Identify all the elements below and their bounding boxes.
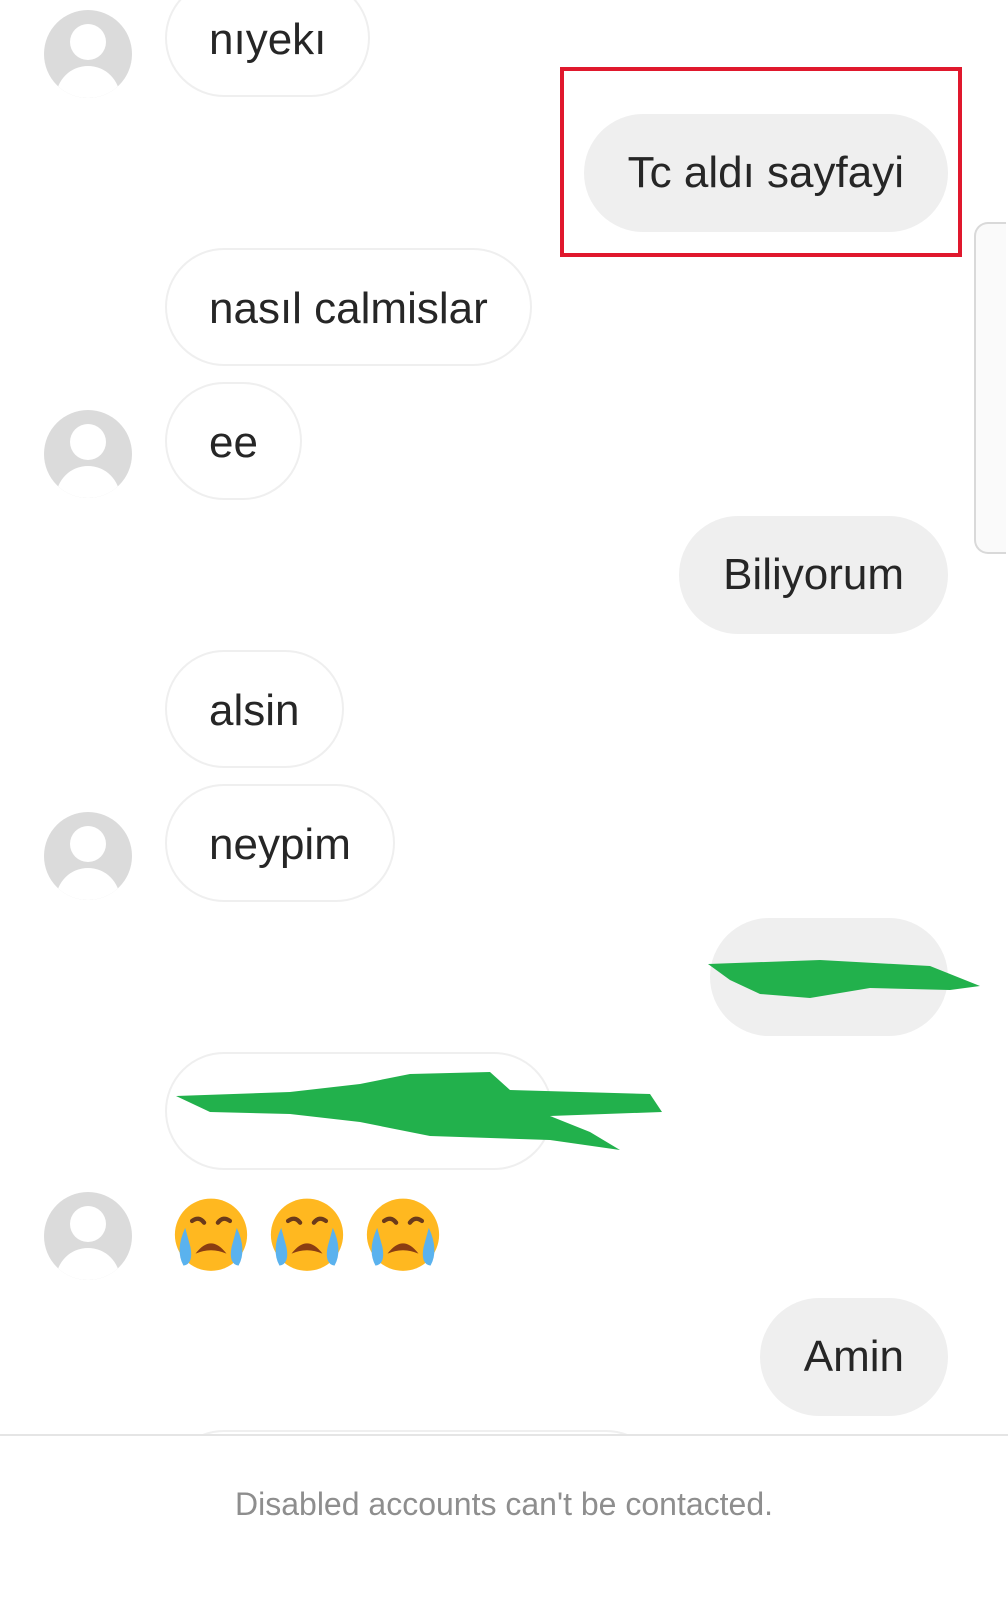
highlight-annotation-box — [560, 67, 962, 257]
message-bubble-incoming[interactable]: neypim — [165, 784, 395, 902]
message-text: nıyekı — [209, 15, 327, 64]
avatar[interactable] — [44, 10, 132, 98]
emoji-message[interactable] — [168, 1190, 446, 1280]
avatar[interactable] — [44, 812, 132, 900]
message-text: alsin — [209, 686, 300, 735]
message-bubble-incoming[interactable]: alsin — [165, 650, 344, 768]
footer-notice-bar: Disabled accounts can't be contacted. — [0, 1434, 1008, 1602]
message-text: Biliyorum — [723, 550, 904, 599]
scrollbar-handle[interactable] — [974, 222, 1006, 554]
message-thread[interactable]: nıyekı Tc aldı sayfayi nasıl calmislar e… — [0, 0, 1008, 1467]
message-text: ee — [209, 418, 258, 467]
message-text: neypim — [209, 820, 351, 869]
crying-face-emoji-icon — [270, 1198, 344, 1271]
message-text: nasıl calmislar — [209, 284, 488, 333]
message-bubble-incoming-redacted[interactable] — [165, 1052, 553, 1170]
disabled-account-notice: Disabled accounts can't be contacted. — [235, 1486, 773, 1522]
crying-face-emoji-icon — [174, 1198, 248, 1271]
message-text: Amin — [803, 1332, 904, 1381]
message-bubble-incoming[interactable]: ee — [165, 382, 302, 500]
message-bubble-outgoing-redacted[interactable] — [710, 918, 948, 1036]
message-bubble-incoming[interactable]: nıyekı — [165, 0, 371, 97]
avatar[interactable] — [44, 410, 132, 498]
message-bubble-incoming[interactable]: nasıl calmislar — [165, 248, 532, 366]
message-bubble-outgoing[interactable]: Biliyorum — [679, 516, 948, 634]
message-bubble-outgoing[interactable]: Amin — [759, 1298, 948, 1416]
crying-face-emoji-icon — [366, 1198, 440, 1271]
avatar[interactable] — [44, 1192, 132, 1280]
